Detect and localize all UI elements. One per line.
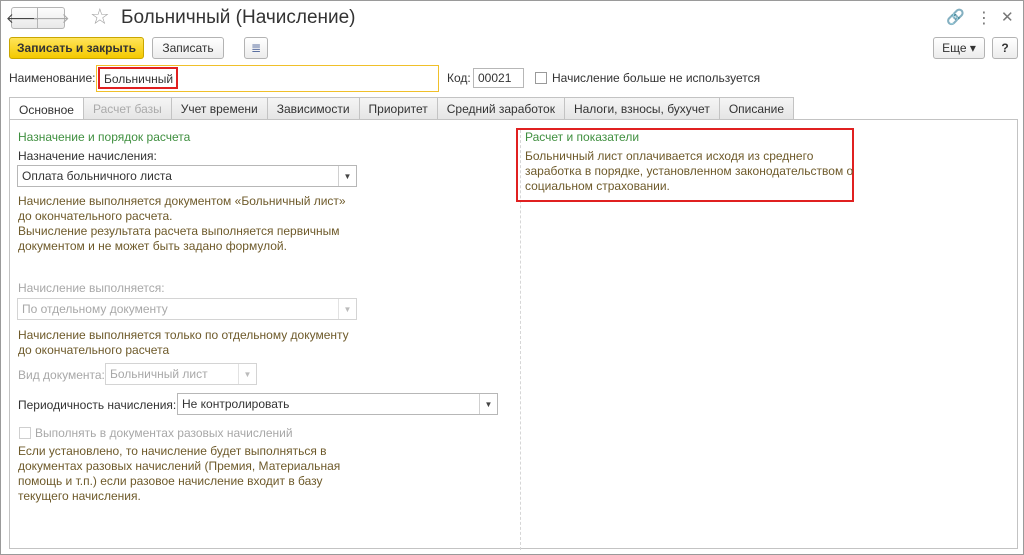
form-window: 🡐 🡒 ☆ Больничный (Начисление) 🔗 ⋮ ✕ Запи… bbox=[0, 0, 1024, 555]
onetime-note-line: Если установлено, то начисление будет вы… bbox=[18, 444, 327, 458]
tab-description[interactable]: Описание bbox=[718, 97, 795, 120]
dropdown-arrow-icon: ▼ bbox=[338, 299, 356, 319]
calculation-note: Больничный лист оплачивается исходя из с… bbox=[525, 149, 853, 194]
dropdown-arrow-icon[interactable]: ▼ bbox=[338, 166, 356, 186]
tab-dependencies[interactable]: Зависимости bbox=[266, 97, 360, 120]
section-title-calculation: Расчет и показатели bbox=[525, 130, 640, 144]
link-icon[interactable]: 🔗 bbox=[946, 8, 965, 26]
unused-checkbox[interactable] bbox=[535, 72, 547, 84]
purpose-value: Оплата больничного листа bbox=[22, 169, 172, 183]
unused-label: Начисление больше не используется bbox=[552, 71, 761, 85]
performed-label: Начисление выполняется: bbox=[18, 281, 165, 295]
performed-note-line: до окончательного расчета bbox=[18, 343, 170, 357]
onetime-note-line: текущего начисления. bbox=[18, 489, 141, 503]
doctype-select: Больничный лист ▼ bbox=[105, 363, 257, 385]
save-and-close-button[interactable]: Записать и закрыть bbox=[9, 37, 144, 59]
title-bar: 🡐 🡒 ☆ Больничный (Начисление) 🔗 ⋮ ✕ bbox=[1, 1, 1023, 35]
period-value: Не контролировать bbox=[182, 397, 290, 411]
favorite-star-icon[interactable]: ☆ bbox=[90, 4, 110, 30]
calculation-note-line: Больничный лист оплачивается исходя из с… bbox=[525, 149, 814, 163]
more-vertical-icon[interactable]: ⋮ bbox=[976, 8, 992, 28]
doctype-value: Больничный лист bbox=[110, 367, 208, 381]
onetime-label: Выполнять в документах разовых начислени… bbox=[35, 426, 293, 440]
doctype-label: Вид документа: bbox=[18, 368, 105, 382]
onetime-note-line: помощь и т.п.) если разовое начисление в… bbox=[18, 474, 323, 488]
performed-note-line: Начисление выполняется только по отдельн… bbox=[18, 328, 349, 342]
tab-priority[interactable]: Приоритет bbox=[358, 97, 438, 120]
code-field[interactable]: 00021 bbox=[473, 68, 524, 88]
performed-note: Начисление выполняется только по отдельн… bbox=[18, 328, 349, 358]
calculation-note-line: социальном страховании. bbox=[525, 179, 670, 193]
purpose-note-line: Вычисление результата расчета выполняетс… bbox=[18, 224, 340, 238]
name-value[interactable]: Больничный bbox=[98, 67, 178, 89]
performed-value: По отдельному документу bbox=[22, 302, 168, 316]
dropdown-arrow-icon: ▼ bbox=[238, 364, 256, 384]
purpose-label: Назначение начисления: bbox=[18, 149, 157, 163]
code-label: Код: bbox=[447, 71, 471, 85]
purpose-note-line: Начисление выполняется документом «Больн… bbox=[18, 194, 346, 208]
tab-bar: Основное Расчет базы Учет времени Зависи… bbox=[9, 97, 795, 121]
name-field[interactable]: Больничный bbox=[96, 65, 439, 92]
tab-average-earnings[interactable]: Средний заработок bbox=[436, 97, 565, 120]
name-label: Наименование: bbox=[9, 71, 96, 85]
calculation-note-line: заработка в порядке, установленном закон… bbox=[525, 164, 854, 178]
onetime-note-line: документах разовых начислений (Премия, М… bbox=[18, 459, 341, 473]
tab-panel-main: Назначение и порядок расчета Назначение … bbox=[9, 119, 1018, 550]
onetime-note: Если установлено, то начисление будет вы… bbox=[18, 444, 340, 504]
period-select[interactable]: Не контролировать ▼ bbox=[177, 393, 498, 415]
purpose-note-line: до окончательного расчета. bbox=[18, 209, 173, 223]
dropdown-arrow-icon[interactable]: ▼ bbox=[479, 394, 497, 414]
more-button[interactable]: Еще ▾ bbox=[933, 37, 985, 59]
close-icon[interactable]: ✕ bbox=[1001, 8, 1014, 26]
tab-base-calculation[interactable]: Расчет базы bbox=[82, 97, 172, 120]
purpose-select[interactable]: Оплата больничного листа ▼ bbox=[17, 165, 357, 187]
section-title-purpose: Назначение и порядок расчета bbox=[18, 130, 191, 144]
save-button[interactable]: Записать bbox=[152, 37, 224, 59]
window-title: Больничный (Начисление) bbox=[121, 7, 356, 28]
purpose-note-line: документом и не может быть задано формул… bbox=[18, 239, 287, 253]
help-button[interactable]: ? bbox=[992, 37, 1018, 59]
purpose-note: Начисление выполняется документом «Больн… bbox=[18, 194, 346, 254]
period-label: Периодичность начисления: bbox=[18, 398, 177, 412]
performed-select: По отдельному документу ▼ bbox=[17, 298, 357, 320]
tab-taxes[interactable]: Налоги, взносы, бухучет bbox=[563, 97, 720, 120]
onetime-checkbox bbox=[19, 427, 31, 439]
forward-arrow-icon[interactable]: 🡒 bbox=[32, 7, 70, 29]
document-list-icon[interactable]: ≣ bbox=[244, 37, 268, 59]
tab-main[interactable]: Основное bbox=[9, 97, 84, 121]
tab-time-accounting[interactable]: Учет времени bbox=[170, 97, 268, 120]
